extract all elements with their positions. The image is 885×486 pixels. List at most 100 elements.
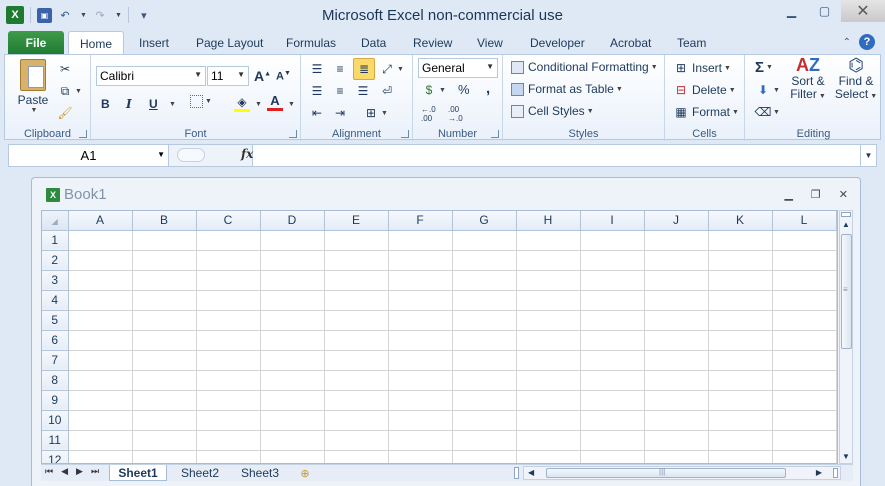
cell[interactable] [196, 410, 261, 431]
cell[interactable] [132, 290, 197, 311]
borders-button[interactable]: ▼ [190, 95, 212, 108]
insert-cells-button[interactable]: ⊞ Insert ▼ [673, 60, 731, 76]
cell[interactable] [196, 390, 261, 411]
cell[interactable] [644, 350, 709, 371]
cell[interactable] [708, 370, 773, 391]
cell[interactable] [388, 250, 453, 271]
cell[interactable] [580, 330, 645, 351]
underline-button[interactable]: U [149, 97, 158, 111]
cell[interactable] [644, 270, 709, 291]
cell[interactable] [324, 410, 389, 431]
prev-sheet-icon[interactable]: ◀ [61, 466, 68, 477]
row-header[interactable]: 10 [42, 410, 69, 431]
bold-button[interactable]: B [101, 97, 110, 111]
cell[interactable] [708, 410, 773, 431]
tab-file[interactable]: File [8, 31, 64, 55]
hsplit-box-icon[interactable] [833, 468, 838, 478]
decrease-indent-button[interactable]: ⇤ [309, 105, 325, 121]
column-header[interactable]: C [196, 211, 261, 231]
row-header[interactable]: 12 [42, 450, 69, 463]
align-center-button[interactable]: ≡ [332, 83, 348, 99]
cell[interactable] [708, 250, 773, 271]
cut-button[interactable]: ✂ [57, 61, 73, 77]
cell[interactable] [132, 270, 197, 291]
vertical-scroll-thumb[interactable]: ≡ [841, 234, 852, 349]
cell[interactable] [580, 230, 645, 251]
name-box-dropdown-icon[interactable]: ▼ [157, 150, 165, 159]
minimize-ribbon-icon[interactable]: ⌃ [843, 37, 851, 48]
cell[interactable] [68, 310, 133, 331]
formula-bar-resizer-icon[interactable] [177, 148, 205, 162]
merge-center-button[interactable]: ⊞ ▼ [363, 105, 388, 121]
row-header[interactable]: 3 [42, 270, 69, 291]
help-icon[interactable]: ? [859, 34, 875, 50]
cell[interactable] [580, 370, 645, 391]
split-box-icon[interactable] [841, 212, 851, 217]
cell[interactable] [260, 330, 325, 351]
column-header[interactable]: I [580, 211, 645, 231]
cell[interactable] [68, 290, 133, 311]
cell[interactable] [452, 330, 517, 351]
cell[interactable] [644, 310, 709, 331]
cell[interactable] [516, 430, 581, 451]
cell[interactable] [388, 350, 453, 371]
select-all-corner[interactable]: ◢ [42, 211, 69, 231]
close-icon[interactable]: ✕ [841, 0, 885, 22]
wrap-text-button[interactable]: ⏎ [379, 83, 395, 99]
cell[interactable] [324, 250, 389, 271]
cell[interactable] [68, 350, 133, 371]
cell[interactable] [772, 230, 837, 251]
cell[interactable] [452, 410, 517, 431]
cell[interactable] [196, 330, 261, 351]
alignment-launcher-icon[interactable] [401, 130, 409, 138]
cell[interactable] [196, 370, 261, 391]
conditional-formatting-button[interactable]: Conditional Formatting ▼ [511, 60, 658, 74]
cell[interactable] [68, 370, 133, 391]
cell[interactable] [132, 390, 197, 411]
sheet-tab-sheet3[interactable]: Sheet3 [232, 465, 288, 481]
cell[interactable] [644, 430, 709, 451]
cell[interactable] [772, 270, 837, 291]
cell[interactable] [516, 370, 581, 391]
cell[interactable] [324, 310, 389, 331]
font-color-dropdown-icon[interactable]: ▼ [288, 101, 295, 108]
tab-data[interactable]: Data [361, 31, 386, 55]
cell[interactable] [708, 330, 773, 351]
cell[interactable] [452, 230, 517, 251]
cell[interactable] [644, 410, 709, 431]
tab-split-handle-icon[interactable] [514, 467, 519, 479]
column-header[interactable]: G [452, 211, 517, 231]
cell[interactable] [132, 350, 197, 371]
delete-cells-button[interactable]: ⊟ Delete ▼ [673, 82, 736, 98]
workbook-close-icon[interactable]: ✕ [839, 188, 848, 201]
next-sheet-icon[interactable]: ▶ [76, 466, 83, 477]
cell[interactable] [132, 330, 197, 351]
cell[interactable] [260, 370, 325, 391]
cell[interactable] [132, 230, 197, 251]
align-left-button[interactable]: ☰ [309, 83, 325, 99]
cell[interactable] [68, 330, 133, 351]
cell[interactable] [708, 290, 773, 311]
cell[interactable] [388, 430, 453, 451]
cell[interactable] [580, 450, 645, 463]
cell[interactable] [196, 310, 261, 331]
row-header[interactable]: 5 [42, 310, 69, 331]
cell-styles-button[interactable]: Cell Styles ▼ [511, 104, 594, 118]
cell[interactable] [644, 250, 709, 271]
cell[interactable] [708, 430, 773, 451]
sheet-tab-sheet1[interactable]: Sheet1 [109, 465, 167, 481]
cell[interactable] [708, 450, 773, 463]
row-header[interactable]: 7 [42, 350, 69, 371]
find-select-button[interactable]: ⌬ Find & Select ▼ [833, 56, 879, 103]
tab-page-layout[interactable]: Page Layout [196, 31, 263, 55]
column-header[interactable]: E [324, 211, 389, 231]
cell[interactable] [772, 390, 837, 411]
cell[interactable] [260, 250, 325, 271]
cell[interactable] [68, 270, 133, 291]
last-sheet-icon[interactable]: ⏭ [91, 466, 99, 477]
tab-acrobat[interactable]: Acrobat [610, 31, 651, 55]
fill-color-button[interactable]: ◈ [234, 95, 250, 112]
row-header[interactable]: 9 [42, 390, 69, 411]
autosum-button[interactable]: Σ ▼ [755, 59, 773, 76]
cell[interactable] [708, 310, 773, 331]
